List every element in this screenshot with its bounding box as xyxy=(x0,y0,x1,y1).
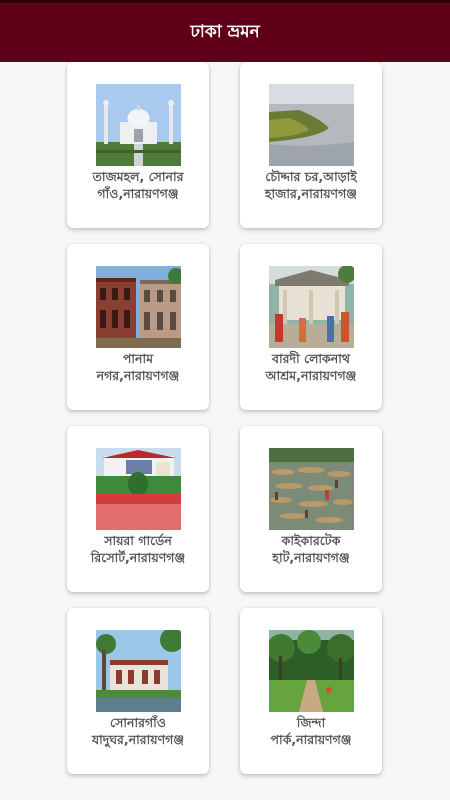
place-card-museum[interactable]: সোনারগাঁও যাদুঘর,নারায়ণগঞ্জ xyxy=(67,608,209,774)
place-name: তাজমহল, সোনার গাঁও,নারায়ণগঞ্জ xyxy=(92,169,184,201)
place-card-taj-mahal[interactable]: তাজমহল, সোনার গাঁও,নারায়ণগঞ্জ xyxy=(67,62,209,228)
place-name: সায়রা গার্ডেন রিসোর্ট,নারায়ণগঞ্জ xyxy=(90,533,186,565)
place-name: জিন্দা পার্ক,নারায়ণগঞ্জ xyxy=(270,715,352,747)
taj-mahal-image xyxy=(96,84,181,166)
place-card-garden[interactable]: সায়রা গার্ডেন রিসোর্ট,নারায়ণগঞ্জ xyxy=(67,426,209,592)
place-name: পানাম নগর,নারায়ণগঞ্জ xyxy=(96,351,180,383)
place-name: চৌদ্দার চর,আড়াই হাজার,নারায়ণগঞ্জ xyxy=(264,169,357,201)
app-title: ঢাকা ভ্রমন xyxy=(190,21,260,42)
place-name: সোনারগাঁও যাদুঘর,নারায়ণগঞ্জ xyxy=(91,715,185,747)
place-card-park[interactable]: জিন্দা পার্ক,নারায়ণগঞ্জ xyxy=(240,608,382,774)
river-char-image xyxy=(269,84,354,166)
place-card-lokenath[interactable]: বারদী লোকনাথ আশ্রম,নারায়ণগঞ্জ xyxy=(240,244,382,410)
boat-market-image xyxy=(269,448,354,530)
place-card-panam[interactable]: পানাম নগর,নারায়ণগঞ্জ xyxy=(67,244,209,410)
place-card-char[interactable]: চৌদ্দার চর,আড়াই হাজার,নারায়ণগঞ্জ xyxy=(240,62,382,228)
place-name: কাইকারটেক হাট,নারায়ণগঞ্জ xyxy=(272,533,350,565)
place-name: বারদী লোকনাথ আশ্রম,নারায়ণগঞ্জ xyxy=(265,351,357,383)
panam-nagar-image xyxy=(96,266,181,348)
places-grid: তাজমহল, সোনার গাঁও,নারায়ণগঞ্জ চৌদ্দার চ… xyxy=(0,62,450,800)
app-bar: ঢাকা ভ্রমন xyxy=(0,0,450,62)
park-image xyxy=(269,630,354,712)
garden-resort-image xyxy=(96,448,181,530)
place-card-boat-market[interactable]: কাইকারটেক হাট,নারায়ণগঞ্জ xyxy=(240,426,382,592)
museum-image xyxy=(96,630,181,712)
lokenath-ashram-image xyxy=(269,266,354,348)
